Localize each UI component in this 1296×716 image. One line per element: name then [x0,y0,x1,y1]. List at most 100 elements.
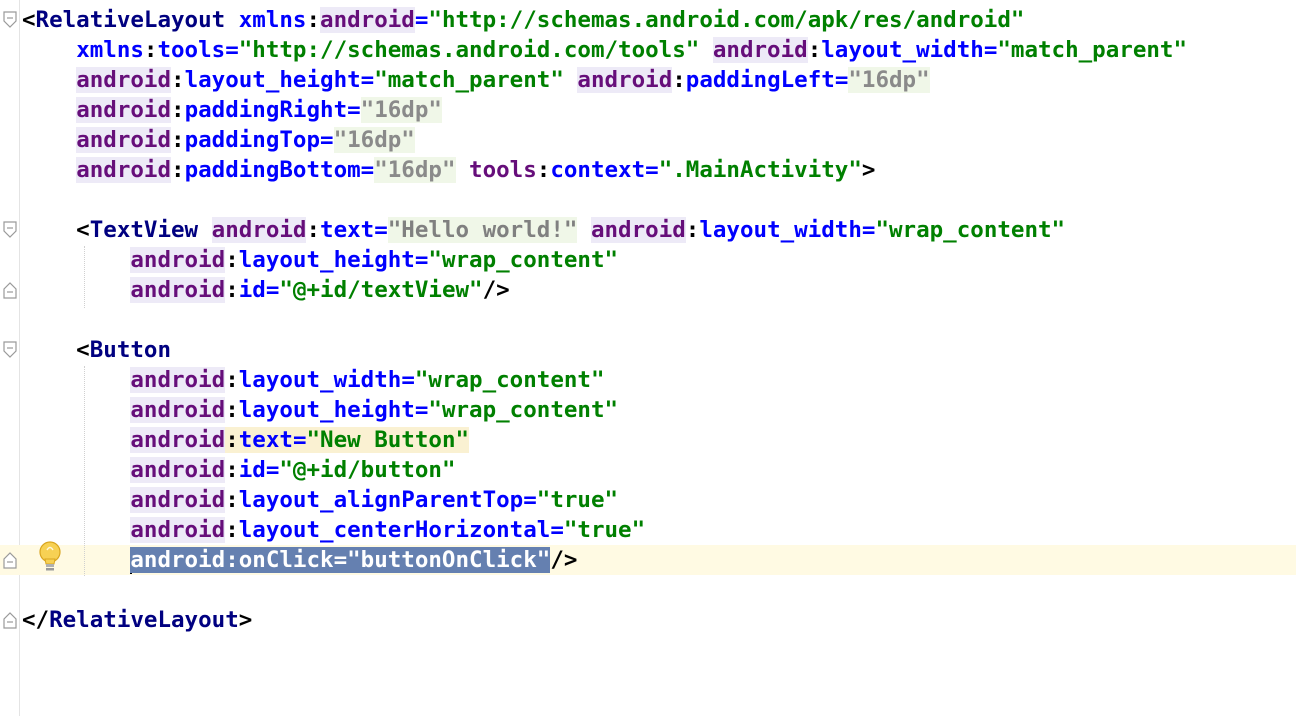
code-token: "http://schemas.android.com/apk/res/andr… [428,7,1025,33]
code-token: "true" [563,517,646,543]
code-line[interactable]: android:layout_height="wrap_content" [0,245,1296,275]
code-token: "wrap_content" [414,367,605,393]
code-line[interactable] [0,185,1296,215]
code-token: android [130,277,226,303]
code-token: = [414,7,429,33]
code-line[interactable]: android:layout_width="wrap_content" [0,365,1296,395]
code-line-text: android:id="@+id/textView"/> [22,275,510,305]
code-token: : [171,157,185,183]
code-line[interactable]: <RelativeLayout xmlns:android="http://sc… [0,5,1296,35]
code-token: < [22,337,90,363]
code-line[interactable]: android:paddingTop="16dp" [0,125,1296,155]
code-token: layout_height [184,67,361,93]
code-line[interactable]: <TextView android:text="Hello world!" an… [0,215,1296,245]
code-token: : [225,247,239,273]
code-token: "match_parent" [997,37,1188,63]
code-token: : [672,67,686,93]
code-line[interactable]: <Button [0,335,1296,365]
code-token: < [22,7,36,33]
code-line[interactable] [0,305,1296,335]
code-token: xmlns [76,37,144,63]
code-token: : [225,487,239,513]
code-line[interactable]: android:paddingRight="16dp" [0,95,1296,125]
code-line-current[interactable]: android:onClick="buttonOnClick"/> [0,545,1296,575]
code-line-text: android:layout_centerHorizontal="true" [22,515,645,545]
code-token: = [360,67,375,93]
code-line[interactable] [0,575,1296,605]
code-editor[interactable]: <RelativeLayout xmlns:android="http://sc… [0,0,1296,716]
code-token: layout_width [238,367,402,393]
code-token: text [320,217,375,243]
code-token: "wrap_content" [428,397,619,423]
code-line[interactable]: android:layout_centerHorizontal="true" [0,515,1296,545]
code-token: android [712,37,808,63]
code-token: xmlns [238,7,307,33]
code-line[interactable]: android:text="New Button" [0,425,1296,455]
fold-close-icon[interactable] [2,550,18,570]
code-line-text: xmlns:tools="http://schemas.android.com/… [22,35,1187,65]
fold-open-icon[interactable] [2,340,18,360]
code-line-text: android:paddingBottom="16dp" tools:conte… [22,155,875,185]
code-token: = [414,247,429,273]
code-line[interactable]: xmlns:tools="http://schemas.android.com/… [0,35,1296,65]
code-token: android [76,127,172,153]
code-token: : [807,37,822,63]
code-line[interactable]: android:layout_height="wrap_content" [0,395,1296,425]
code-token: RelativeLayout [35,7,226,33]
code-token: tools [469,157,537,183]
code-token: RelativeLayout [49,607,239,633]
code-token: : [225,457,239,483]
code-token: : [685,217,700,243]
code-token: : [225,277,239,303]
code-token: paddingLeft [685,67,835,93]
code-token: : [536,157,551,183]
code-line[interactable]: android:id="@+id/button" [0,455,1296,485]
code-token: android [130,427,226,453]
code-token: > [238,607,253,633]
code-token: > [861,157,876,183]
code-line-text: android:layout_height="wrap_content" [22,395,618,425]
code-line[interactable]: android:id="@+id/textView"/> [0,275,1296,305]
code-token: : [171,97,185,123]
code-token: "wrap_content" [875,217,1066,243]
code-token: "16dp" [848,67,930,93]
fold-open-icon[interactable] [2,10,18,30]
code-token: = [225,37,239,63]
code-token: "16dp" [333,127,415,153]
code-line-text: <Button [22,335,171,365]
code-token: = [645,157,659,183]
code-token: = [401,367,415,393]
code-line-text: android:layout_width="wrap_content" [22,365,605,395]
code-token: android [130,517,226,543]
fold-close-icon[interactable] [2,280,18,300]
code-line[interactable]: android:paddingBottom="16dp" tools:conte… [0,155,1296,185]
code-line-text: android:paddingRight="16dp" [22,95,442,125]
code-token: paddingRight [184,97,348,123]
code-token: = [347,97,361,123]
code-line[interactable]: android:layout_alignParentTop="true" [0,485,1296,515]
code-token: "16dp" [374,157,456,183]
code-token: android [76,157,172,183]
code-token: android [211,217,307,243]
code-token: = [861,217,876,243]
code-token: layout_width [821,37,984,63]
code-line[interactable]: </RelativeLayout> [0,605,1296,635]
fold-open-icon[interactable] [2,220,18,240]
lightbulb-icon[interactable] [36,539,64,573]
fold-close-icon[interactable] [2,610,18,630]
code-token: "Hello world!" [387,217,578,243]
code-token: "http://schemas.android.com/tools" [238,37,700,63]
code-line-text: android:layout_height="wrap_content" [22,245,618,275]
code-token: = [265,457,280,483]
code-token: layout_centerHorizontal [238,517,551,543]
code-token: = [550,517,564,543]
code-line[interactable]: android:layout_height="match_parent" and… [0,65,1296,95]
